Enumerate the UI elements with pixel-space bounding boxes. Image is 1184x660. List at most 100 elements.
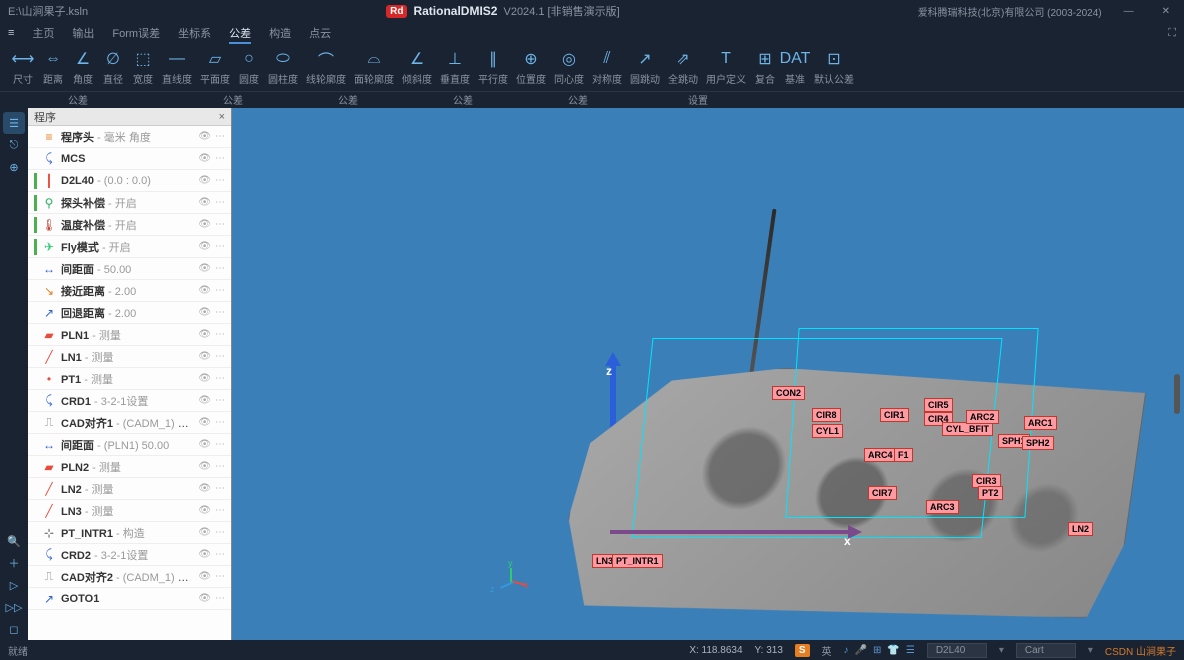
- feature-label-ARC2[interactable]: ARC2: [966, 410, 999, 424]
- feature-label-CON2[interactable]: CON2: [772, 386, 805, 400]
- more-icon[interactable]: ⋯: [215, 241, 225, 252]
- visibility-icon[interactable]: 👁: [198, 219, 211, 230]
- more-icon[interactable]: ⋯: [215, 329, 225, 340]
- tree-item-CRD2[interactable]: ⤹CRD2 - 3-2-1设置👁⋯: [28, 544, 231, 566]
- ribbon-圆度[interactable]: ○圆度: [234, 48, 264, 86]
- visibility-icon[interactable]: 👁: [198, 307, 211, 318]
- ribbon-用户定义[interactable]: T用户定义: [702, 48, 750, 86]
- orientation-gizmo[interactable]: x y z: [492, 564, 528, 600]
- visibility-icon[interactable]: 👁: [198, 153, 211, 164]
- status-icon-2[interactable]: 🎤: [855, 645, 867, 656]
- visibility-icon[interactable]: 👁: [198, 373, 211, 384]
- status-field-cart[interactable]: Cart: [1016, 643, 1076, 658]
- feature-label-ARC3[interactable]: ARC3: [926, 500, 959, 514]
- ribbon-平行度[interactable]: ∥平行度: [474, 48, 512, 86]
- status-icon-3[interactable]: ⊞: [873, 645, 881, 656]
- visibility-icon[interactable]: 👁: [198, 263, 211, 274]
- tree-item-探头补偿[interactable]: ⚲探头补偿 - 开启👁⋯: [28, 192, 231, 214]
- visibility-icon[interactable]: 👁: [198, 549, 211, 560]
- more-icon[interactable]: ⋯: [215, 175, 225, 186]
- status-icon-4[interactable]: 👕: [887, 645, 899, 656]
- visibility-icon[interactable]: 👁: [198, 505, 211, 516]
- more-icon[interactable]: ⋯: [215, 549, 225, 560]
- tree-close-button[interactable]: ×: [219, 111, 225, 123]
- status-icon-5[interactable]: ☰: [906, 645, 915, 656]
- status-icon-1[interactable]: ♪: [844, 645, 849, 656]
- tree-item-D2L40[interactable]: ┃D2L40 - (0.0 : 0.0)👁⋯: [28, 170, 231, 192]
- ribbon-默认公差[interactable]: ⊡默认公差: [810, 48, 858, 86]
- cloud-icon[interactable]: ⊕: [3, 156, 25, 178]
- feature-label-CIR5[interactable]: CIR5: [924, 398, 953, 412]
- lang-label[interactable]: 英: [822, 643, 832, 658]
- visibility-icon[interactable]: 👁: [198, 351, 211, 362]
- add-icon[interactable]: ＋: [3, 552, 25, 574]
- ribbon-尺寸[interactable]: ⟷尺寸: [8, 48, 38, 86]
- menu-right-icon[interactable]: ⛶: [1168, 27, 1176, 40]
- tree-item-LN3[interactable]: ╱LN3 - 测量👁⋯: [28, 500, 231, 522]
- visibility-icon[interactable]: 👁: [198, 131, 211, 142]
- ribbon-基准[interactable]: DAT基准: [780, 48, 810, 86]
- 3d-viewport[interactable]: z x CON2CIR8CYL1CIR1CIR5CIR4CYL_BFITARC2…: [232, 108, 1184, 640]
- tree-item-间距面[interactable]: ↔间距面 - (PLN1) 50.00👁⋯: [28, 434, 231, 456]
- ribbon-圆柱度[interactable]: ⬭圆柱度: [264, 48, 302, 86]
- stop-icon[interactable]: ◻: [3, 618, 25, 640]
- tree-item-GOTO1[interactable]: ↗GOTO1👁⋯: [28, 588, 231, 610]
- tree-item-PT_INTR1[interactable]: ⊹PT_INTR1 - 构造👁⋯: [28, 522, 231, 544]
- status-field-probe[interactable]: D2L40: [927, 643, 987, 658]
- visibility-icon[interactable]: 👁: [198, 329, 211, 340]
- ribbon-宽度[interactable]: ⬚宽度: [128, 48, 158, 86]
- tree-item-PLN2[interactable]: ▰PLN2 - 测量👁⋯: [28, 456, 231, 478]
- feature-label-CIR1[interactable]: CIR1: [880, 408, 909, 422]
- feature-label-PT_INTR1[interactable]: PT_INTR1: [612, 554, 663, 568]
- play-icon[interactable]: ▷: [3, 574, 25, 596]
- menu-item-2[interactable]: Form误差: [112, 28, 160, 42]
- visibility-icon[interactable]: 👁: [198, 571, 211, 582]
- menu-item-6[interactable]: 点云: [309, 28, 331, 42]
- feature-label-CYL1[interactable]: CYL1: [812, 424, 843, 438]
- more-icon[interactable]: ⋯: [215, 395, 225, 406]
- tree-item-Fly模式[interactable]: ✈Fly模式 - 开启👁⋯: [28, 236, 231, 258]
- visibility-icon[interactable]: 👁: [198, 483, 211, 494]
- visibility-icon[interactable]: 👁: [198, 241, 211, 252]
- visibility-icon[interactable]: 👁: [198, 175, 211, 186]
- tree-item-LN2[interactable]: ╱LN2 - 测量👁⋯: [28, 478, 231, 500]
- more-icon[interactable]: ⋯: [215, 571, 225, 582]
- ribbon-面轮廓度[interactable]: ⌓面轮廓度: [350, 48, 398, 86]
- ribbon-同心度[interactable]: ◎同心度: [550, 48, 588, 86]
- visibility-icon[interactable]: 👁: [198, 527, 211, 538]
- feature-label-ARC1[interactable]: ARC1: [1024, 416, 1057, 430]
- menu-item-3[interactable]: 坐标系: [178, 28, 211, 42]
- step-icon[interactable]: ▷▷: [3, 596, 25, 618]
- more-icon[interactable]: ⋯: [215, 527, 225, 538]
- tree-item-PT1[interactable]: •PT1 - 测量👁⋯: [28, 368, 231, 390]
- tree-icon[interactable]: ⎋: [3, 134, 25, 156]
- menu-item-4[interactable]: 公差: [229, 28, 251, 44]
- ribbon-倾斜度[interactable]: ∠倾斜度: [398, 48, 436, 86]
- ribbon-角度[interactable]: ∠角度: [68, 48, 98, 86]
- search-icon[interactable]: 🔍: [3, 530, 25, 552]
- feature-label-F1[interactable]: F1: [894, 448, 913, 462]
- visibility-icon[interactable]: 👁: [198, 439, 211, 450]
- more-icon[interactable]: ⋯: [215, 505, 225, 516]
- feature-label-LN2[interactable]: LN2: [1068, 522, 1093, 536]
- more-icon[interactable]: ⋯: [215, 417, 225, 428]
- visibility-icon[interactable]: 👁: [198, 395, 211, 406]
- visibility-icon[interactable]: 👁: [198, 417, 211, 428]
- tree-item-回退距离[interactable]: ↗回退距离 - 2.00👁⋯: [28, 302, 231, 324]
- minimize-button[interactable]: ―: [1118, 6, 1140, 17]
- tree-item-CAD对齐1[interactable]: ⎍CAD对齐1 - (CADM_1) 对齐于 (CRD1)👁⋯: [28, 412, 231, 434]
- menu-item-1[interactable]: 输出: [72, 28, 94, 42]
- tree-item-程序头[interactable]: ≡程序头 - 毫米 角度👁⋯: [28, 126, 231, 148]
- more-icon[interactable]: ⋯: [215, 197, 225, 208]
- feature-label-CIR8[interactable]: CIR8: [812, 408, 841, 422]
- ribbon-全跳动[interactable]: ⇗全跳动: [664, 48, 702, 86]
- close-button[interactable]: ✕: [1156, 6, 1176, 17]
- ribbon-平面度[interactable]: ▱平面度: [196, 48, 234, 86]
- ribbon-垂直度[interactable]: ⊥垂直度: [436, 48, 474, 86]
- feature-label-CIR7[interactable]: CIR7: [868, 486, 897, 500]
- more-icon[interactable]: ⋯: [215, 439, 225, 450]
- ribbon-位置度[interactable]: ⊕位置度: [512, 48, 550, 86]
- ribbon-对称度[interactable]: ⫽对称度: [588, 48, 626, 86]
- more-icon[interactable]: ⋯: [215, 351, 225, 362]
- ribbon-直线度[interactable]: —直线度: [158, 48, 196, 86]
